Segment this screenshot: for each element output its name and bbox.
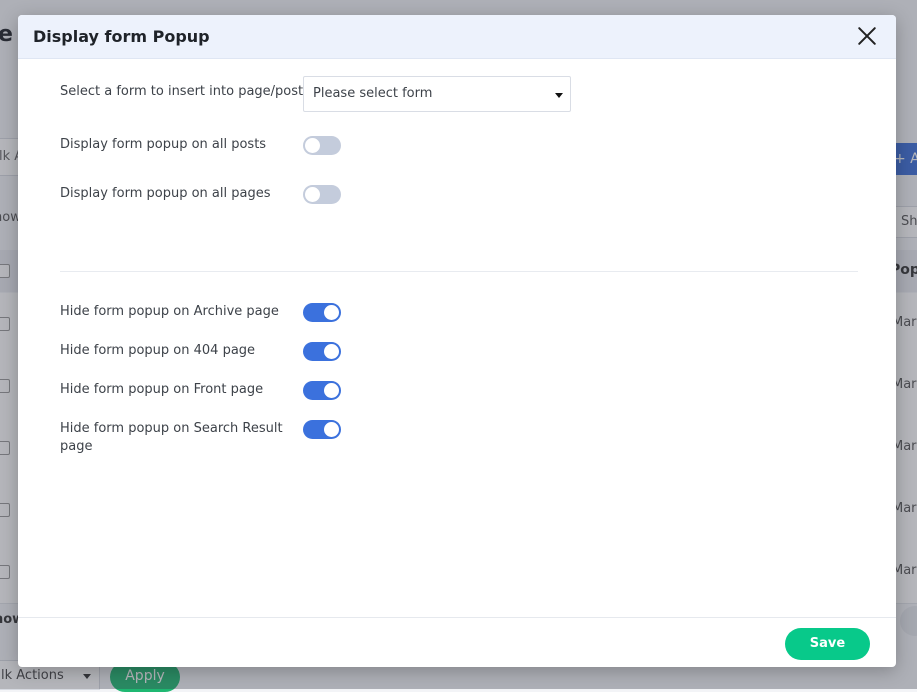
display-all-posts-toggle[interactable] (303, 136, 341, 155)
display-all-posts-label: Display form popup on all posts (60, 137, 267, 152)
hide-404-label: Hide form popup on 404 page (60, 343, 256, 358)
form-select-dropdown[interactable]: Please select form (303, 76, 571, 112)
caret-down-icon (555, 93, 563, 98)
display-form-popup-modal: Display form Popup Select a form to inse… (18, 15, 896, 667)
display-all-pages-toggle[interactable] (303, 185, 341, 204)
toggle-knob (324, 422, 339, 437)
toggle-knob (324, 344, 339, 359)
hide-archive-toggle[interactable] (303, 303, 341, 322)
modal-footer: Save (18, 617, 896, 667)
close-icon[interactable] (856, 25, 878, 47)
toggle-knob (324, 383, 339, 398)
form-select-value: Please select form (313, 86, 433, 101)
modal-header: Display form Popup (18, 15, 896, 59)
hide-search-result-label: Hide form popup on Search Result page (60, 421, 283, 454)
toggle-knob (305, 187, 320, 202)
hide-search-result-toggle[interactable] (303, 420, 341, 439)
modal-title: Display form Popup (33, 27, 210, 46)
toggle-knob (305, 138, 320, 153)
hide-front-page-toggle[interactable] (303, 381, 341, 400)
hide-front-page-label: Hide form popup on Front page (60, 382, 264, 397)
section-divider (60, 271, 858, 272)
hide-404-toggle[interactable] (303, 342, 341, 361)
save-button[interactable]: Save (785, 628, 870, 660)
form-select-label: Select a form to insert into page/post: (60, 84, 308, 99)
display-all-pages-label: Display form popup on all pages (60, 186, 271, 201)
toggle-knob (324, 305, 339, 320)
hide-archive-label: Hide form popup on Archive page (60, 304, 279, 319)
